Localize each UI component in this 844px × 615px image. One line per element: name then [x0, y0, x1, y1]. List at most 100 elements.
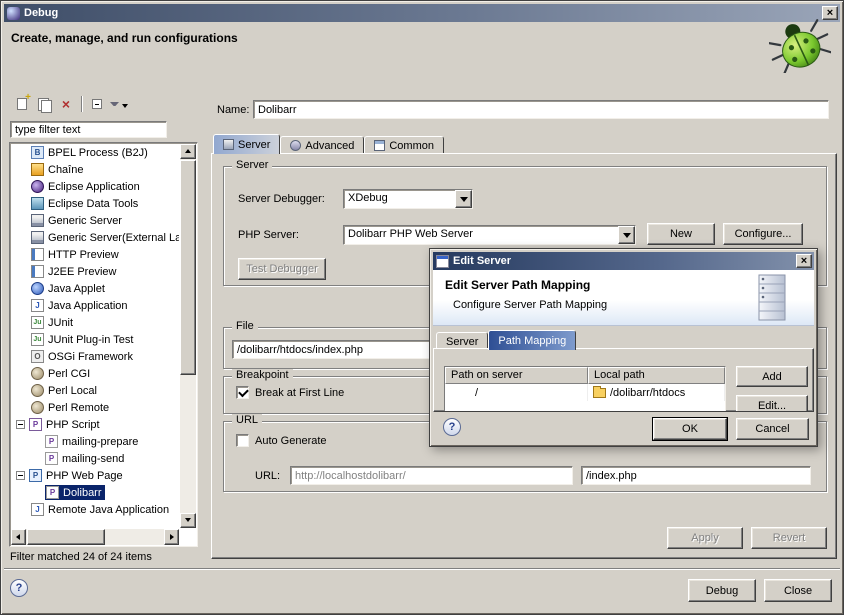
filter-input[interactable] — [10, 121, 167, 138]
configuration-tabs: Server Advanced Common — [213, 134, 444, 154]
window-icon — [7, 7, 20, 20]
tree-item[interactable]: Generic Server(External La — [11, 229, 179, 246]
chain-icon — [31, 163, 44, 176]
php-server-select[interactable]: Dolibarr PHP Web Server — [343, 225, 636, 245]
delete-icon[interactable] — [55, 95, 77, 113]
php-web-page-icon — [29, 469, 42, 482]
scroll-up-icon[interactable] — [180, 144, 196, 159]
tab-common[interactable]: Common — [364, 136, 444, 154]
tree-item-label: Eclipse Application — [48, 181, 140, 193]
ok-button[interactable]: OK — [653, 418, 727, 440]
dialog-help-button[interactable]: ? — [443, 418, 461, 436]
toolbar-separator — [81, 96, 82, 112]
java-applet-icon — [31, 282, 44, 295]
url-path-input[interactable] — [581, 466, 811, 485]
tree-item-label: Dolibarr — [63, 487, 102, 499]
tree-item[interactable]: JUnit — [11, 314, 179, 331]
tree-item[interactable]: Perl Local — [11, 382, 179, 399]
tree-item[interactable]: Perl CGI — [11, 365, 179, 382]
tree-item[interactable]: Chaîne — [11, 161, 179, 178]
collapse-expander-icon[interactable] — [16, 420, 25, 429]
collapse-expander-icon[interactable] — [16, 471, 25, 480]
new-configuration-icon[interactable] — [11, 95, 33, 113]
apply-button[interactable]: Apply — [667, 527, 743, 549]
tree-item-label: mailing-prepare — [62, 436, 138, 448]
tree-item[interactable]: mailing-prepare — [11, 433, 179, 450]
window-titlebar[interactable]: Debug × — [4, 4, 840, 22]
collapse-all-icon[interactable] — [86, 95, 108, 113]
tree-item-php-script[interactable]: PHP Script — [11, 416, 179, 433]
help-button[interactable]: ? — [10, 579, 28, 597]
add-mapping-button[interactable]: Add — [736, 366, 808, 387]
tree-item-label: Java Application — [48, 300, 128, 312]
auto-generate-checkbox[interactable] — [236, 434, 249, 447]
generic-server-icon — [31, 214, 44, 227]
tree-vertical-scrollbar[interactable] — [180, 144, 196, 528]
edit-server-tabs: Server Path Mapping — [436, 330, 576, 350]
j2ee-preview-icon — [31, 265, 44, 278]
debug-button[interactable]: Debug — [688, 579, 756, 602]
tree-item[interactable]: Java Application — [11, 297, 179, 314]
column-path-on-server[interactable]: Path on server — [445, 367, 588, 384]
tree-item-label: HTTP Preview — [48, 249, 119, 261]
table-row[interactable]: / /dolibarr/htdocs — [445, 384, 725, 401]
close-button[interactable]: Close — [764, 579, 832, 602]
tree-item[interactable]: Generic Server — [11, 212, 179, 229]
server-image — [754, 273, 790, 323]
tree-item-label: Perl Remote — [48, 402, 109, 414]
tree-item[interactable]: Eclipse Data Tools — [11, 195, 179, 212]
tree-item-php-web-page[interactable]: PHP Web Page — [11, 467, 179, 484]
tree-item[interactable]: HTTP Preview — [11, 246, 179, 263]
junit-icon — [31, 316, 44, 329]
breakpoint-group-title: Breakpoint — [232, 369, 293, 381]
dialog-titlebar[interactable]: Edit Server × — [433, 252, 814, 270]
tree-item[interactable]: BPEL Process (B2J) — [11, 144, 179, 161]
scroll-left-icon[interactable] — [11, 529, 26, 545]
tree-item[interactable]: OSGi Framework — [11, 348, 179, 365]
tree-item[interactable]: Perl Remote — [11, 399, 179, 416]
path-mapping-panel: Path on server Local path / /dolibarr/ht… — [433, 348, 814, 412]
server-debugger-select[interactable]: XDebug — [343, 189, 473, 209]
remote-java-application-icon — [31, 503, 44, 516]
tree-item[interactable]: Java Applet — [11, 280, 179, 297]
break-at-first-line-checkbox[interactable] — [236, 386, 249, 399]
scroll-down-icon[interactable] — [180, 513, 196, 528]
filter-menu-icon[interactable] — [108, 95, 130, 113]
scrollbar-thumb[interactable] — [180, 160, 196, 375]
configure-server-button[interactable]: Configure... — [723, 223, 803, 245]
tree-item[interactable]: Remote Java Application — [11, 501, 179, 518]
revert-button[interactable]: Revert — [751, 527, 827, 549]
tree-item[interactable]: J2EE Preview — [11, 263, 179, 280]
tab-server[interactable]: Server — [213, 134, 280, 154]
folder-icon — [593, 388, 606, 398]
bpel-process-icon — [31, 146, 44, 159]
test-debugger-button[interactable]: Test Debugger — [238, 258, 326, 280]
tree-item-label: JUnit Plug-in Test — [48, 334, 133, 346]
tree-item-label: J2EE Preview — [48, 266, 116, 278]
window-title: Debug — [24, 7, 822, 19]
table-header-row: Path on server Local path — [445, 367, 725, 384]
dropdown-arrow-icon[interactable] — [455, 190, 472, 208]
duplicate-icon[interactable] — [33, 95, 55, 113]
tree-item[interactable]: mailing-send — [11, 450, 179, 467]
dialog-description: Create, manage, and run configurations — [11, 31, 238, 45]
new-server-button[interactable]: New — [647, 223, 715, 245]
column-local-path[interactable]: Local path — [588, 367, 725, 384]
dropdown-arrow-icon[interactable] — [618, 226, 635, 244]
name-input[interactable] — [253, 100, 829, 119]
common-tab-icon — [374, 140, 385, 151]
tree-item-dolibarr[interactable]: Dolibarr — [11, 484, 179, 501]
scroll-right-icon[interactable] — [164, 529, 179, 545]
tree-horizontal-scrollbar[interactable] — [11, 529, 179, 545]
tab-advanced[interactable]: Advanced — [280, 136, 364, 154]
cancel-button[interactable]: Cancel — [736, 418, 809, 440]
tab-path-mapping[interactable]: Path Mapping — [488, 330, 576, 350]
tree-item[interactable]: JUnit Plug-in Test — [11, 331, 179, 348]
junit-plugin-test-icon — [31, 333, 44, 346]
dialog-close-button[interactable]: × — [796, 254, 812, 268]
tree-item-label: OSGi Framework — [48, 351, 133, 363]
scrollbar-thumb[interactable] — [27, 529, 105, 545]
url-base-input[interactable] — [290, 466, 573, 485]
edit-mapping-button[interactable]: Edit... — [736, 395, 808, 412]
tree-item[interactable]: Eclipse Application — [11, 178, 179, 195]
